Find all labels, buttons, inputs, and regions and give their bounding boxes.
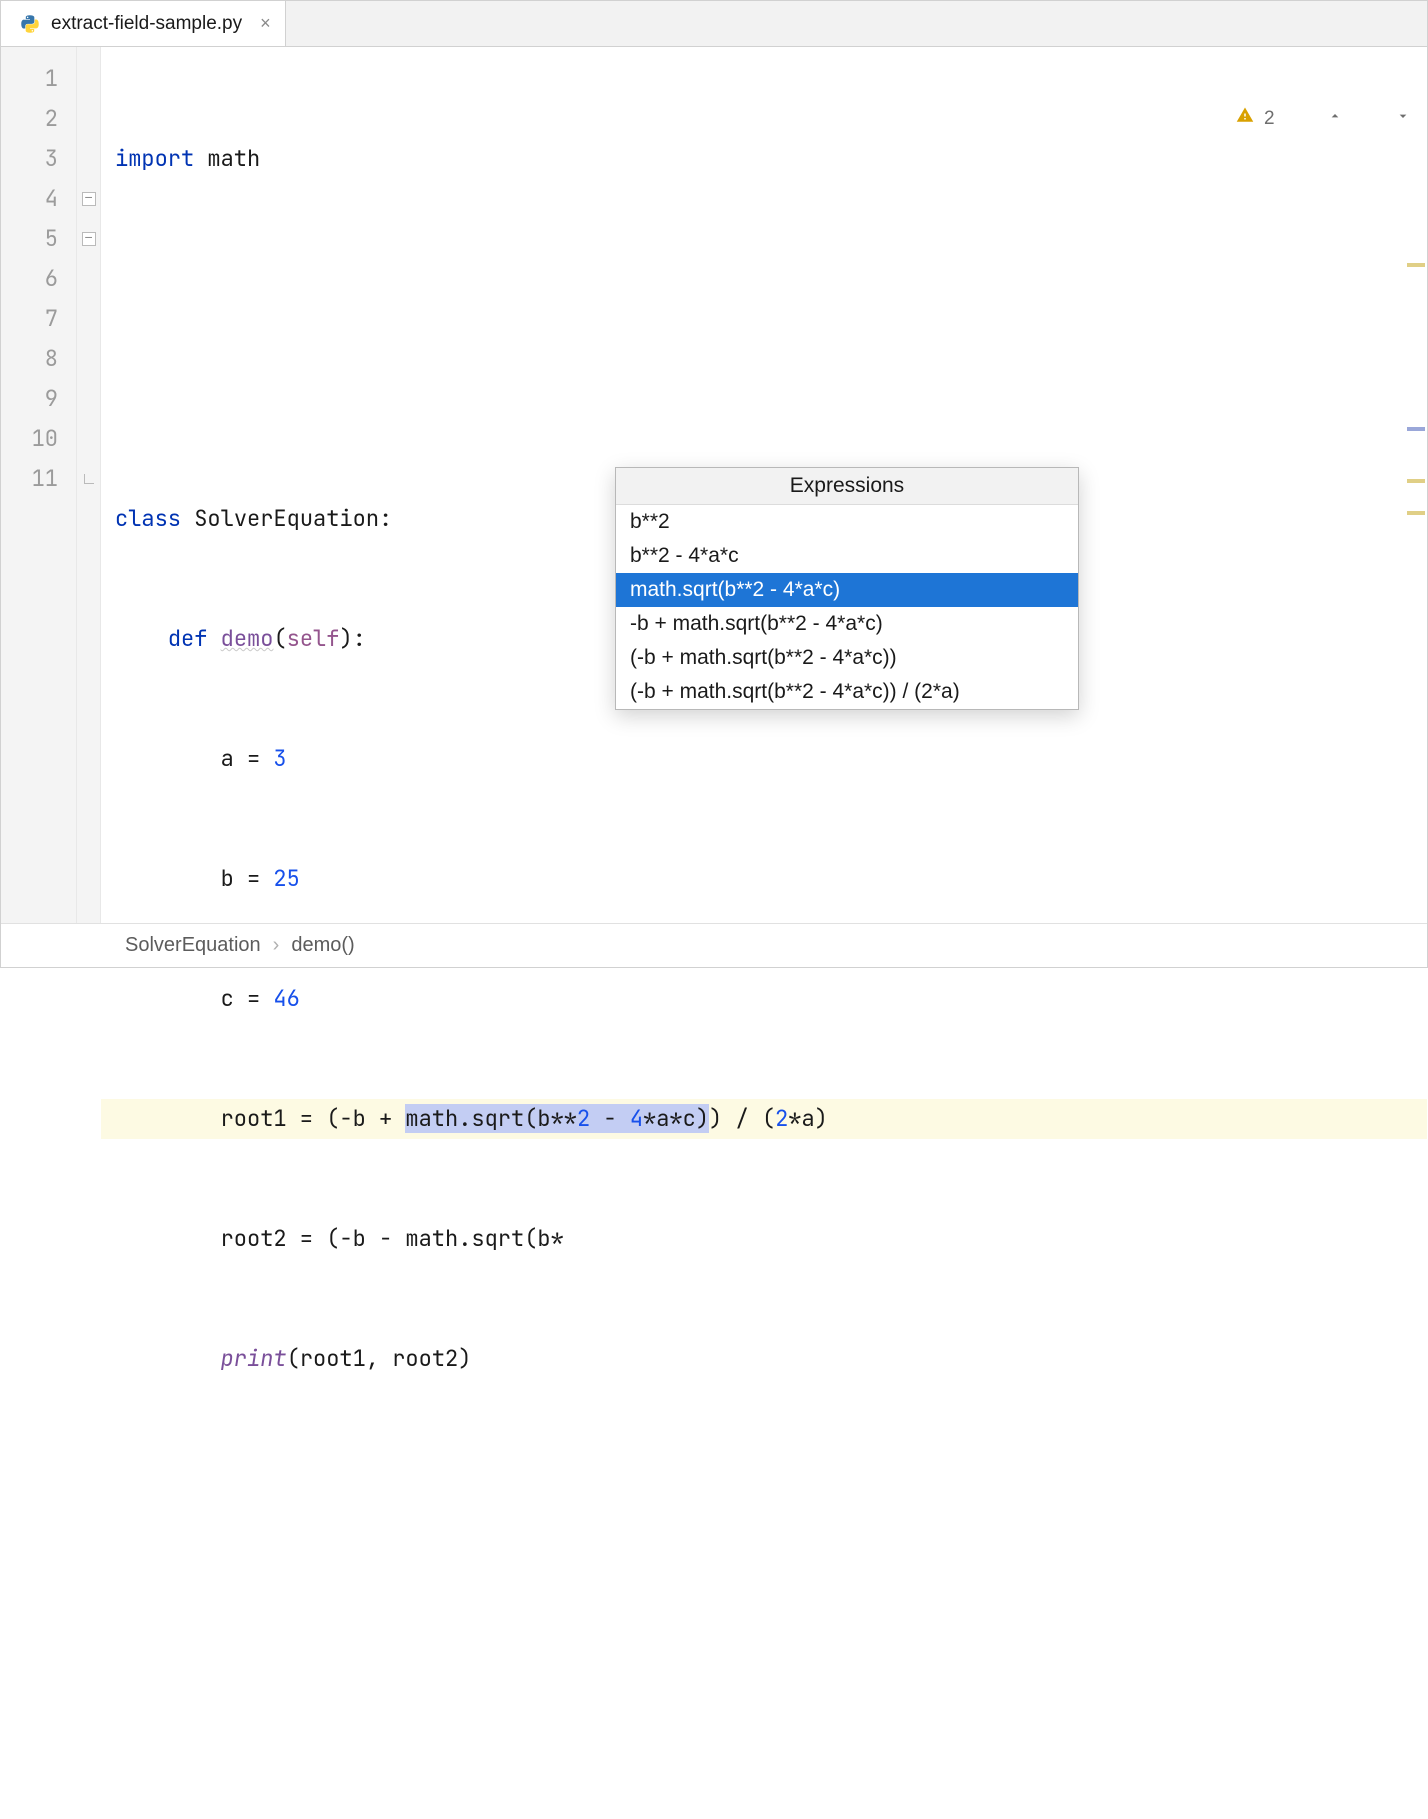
line-number: 1 — [1, 59, 76, 99]
file-tab[interactable]: extract-field-sample.py × — [1, 1, 286, 46]
expression-option-selected[interactable]: math.sqrt(b**2 - 4*a*c) — [616, 573, 1078, 607]
chevron-up-icon[interactable] — [1285, 59, 1343, 179]
line-number: 8 — [1, 339, 76, 379]
line-number: 2 — [1, 99, 76, 139]
stripe-marker[interactable] — [1407, 479, 1425, 483]
fold-toggle-icon[interactable] — [82, 192, 96, 206]
selection: math.sqrt(b**2 - 4*a*c) — [405, 1104, 709, 1133]
expression-option[interactable]: (-b + math.sqrt(b**2 - 4*a*c)) / (2*a) — [616, 675, 1078, 709]
fold-gutter — [77, 47, 101, 923]
warning-icon — [1194, 59, 1254, 179]
line-number: 10 — [1, 419, 76, 459]
line-number: 3 — [1, 139, 76, 179]
expression-option[interactable]: -b + math.sqrt(b**2 - 4*a*c) — [616, 607, 1078, 641]
python-file-icon — [19, 13, 41, 35]
stripe-marker[interactable] — [1407, 427, 1425, 431]
line-number: 7 — [1, 299, 76, 339]
fold-end-icon — [84, 474, 94, 484]
line-number: 4 — [1, 179, 76, 219]
chevron-down-icon[interactable] — [1353, 59, 1411, 179]
inspections-widget[interactable]: 2 — [1194, 59, 1411, 179]
line-number-gutter: 1 2 3 4 5 6 7 8 9 10 11 — [1, 47, 77, 923]
line-number: 9 — [1, 379, 76, 419]
expressions-popup: Expressions b**2 b**2 - 4*a*c math.sqrt(… — [615, 467, 1079, 710]
expression-option[interactable]: b**2 - 4*a*c — [616, 539, 1078, 573]
stripe-marker[interactable] — [1407, 511, 1425, 515]
current-line: root1 = (-b + math.sqrt(b**2 - 4*a*c)) /… — [101, 1099, 1427, 1139]
line-number: 11 — [1, 459, 76, 499]
warning-count: 2 — [1264, 99, 1275, 139]
tab-close-icon[interactable]: × — [260, 13, 271, 34]
line-number: 5 — [1, 219, 76, 259]
tab-bar: extract-field-sample.py × — [1, 1, 1427, 47]
popup-title: Expressions — [616, 468, 1078, 505]
editor: 1 2 3 4 5 6 7 8 9 10 11 import math clas… — [1, 47, 1427, 923]
expression-option[interactable]: (-b + math.sqrt(b**2 - 4*a*c)) — [616, 641, 1078, 675]
tab-filename: extract-field-sample.py — [51, 13, 242, 35]
line-number: 6 — [1, 259, 76, 299]
stripe-marker[interactable] — [1407, 263, 1425, 267]
fold-toggle-icon[interactable] — [82, 232, 96, 246]
expression-option[interactable]: b**2 — [616, 505, 1078, 539]
